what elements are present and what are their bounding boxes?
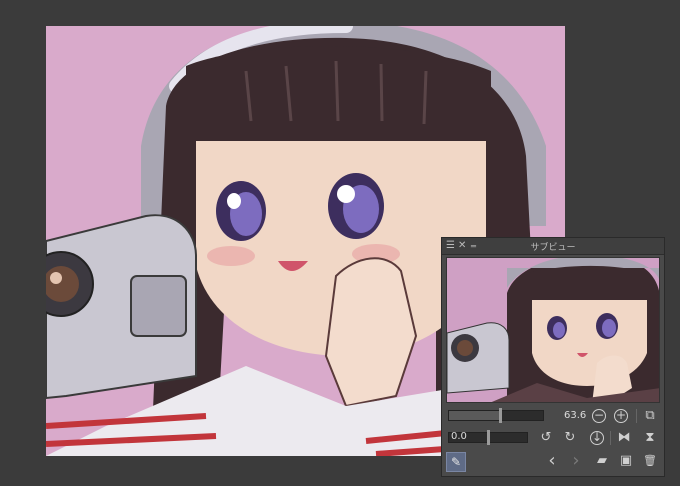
bottom-toolbar: ‹ › ▰ ▣ 🗑 [446, 452, 660, 470]
open-folder-icon[interactable]: ▰ [594, 453, 610, 469]
zoom-slider-handle[interactable] [499, 408, 502, 423]
subview-panel: ☰ ✕ ‗ サブビュー 63.6 − + ⧉ 0.0 ↺ ↻ ↓ ⧓ ⧗ ✎ ‹… [441, 237, 665, 477]
reset-rotation-icon[interactable]: ↓ [590, 431, 604, 445]
previous-image-icon[interactable]: ‹ [544, 452, 560, 470]
zoom-slider[interactable] [448, 408, 544, 423]
fit-view-icon[interactable]: ⧉ [642, 408, 658, 424]
flip-vertical-icon[interactable]: ⧗ [642, 430, 658, 446]
separator [610, 431, 611, 445]
preview-thumbnail [447, 258, 659, 402]
rotation-row: 0.0 ↺ ↻ ↓ ⧓ ⧗ [446, 429, 660, 447]
panel-title: サブビュー [530, 243, 576, 253]
zoom-row: 63.6 − + ⧉ [446, 407, 660, 425]
zoom-out-icon[interactable]: − [592, 409, 606, 423]
import-image-icon[interactable]: ▣ [618, 453, 634, 469]
rotate-left-icon[interactable]: ↺ [538, 430, 554, 446]
subview-titlebar[interactable]: ☰ ✕ ‗ サブビュー [442, 237, 664, 255]
zoom-in-icon[interactable]: + [614, 409, 628, 423]
rotate-right-icon[interactable]: ↻ [562, 430, 578, 446]
zoom-value[interactable]: 63.6 [564, 410, 586, 421]
separator [636, 409, 637, 423]
rotation-slider-handle[interactable] [487, 430, 490, 445]
subview-preview[interactable] [446, 257, 660, 403]
delete-icon[interactable]: 🗑 [642, 453, 658, 469]
next-image-icon[interactable]: › [568, 452, 584, 470]
rotation-value[interactable]: 0.0 [451, 431, 467, 442]
rotation-slider[interactable]: 0.0 [448, 430, 528, 445]
flip-horizontal-icon[interactable]: ⧓ [616, 430, 632, 446]
